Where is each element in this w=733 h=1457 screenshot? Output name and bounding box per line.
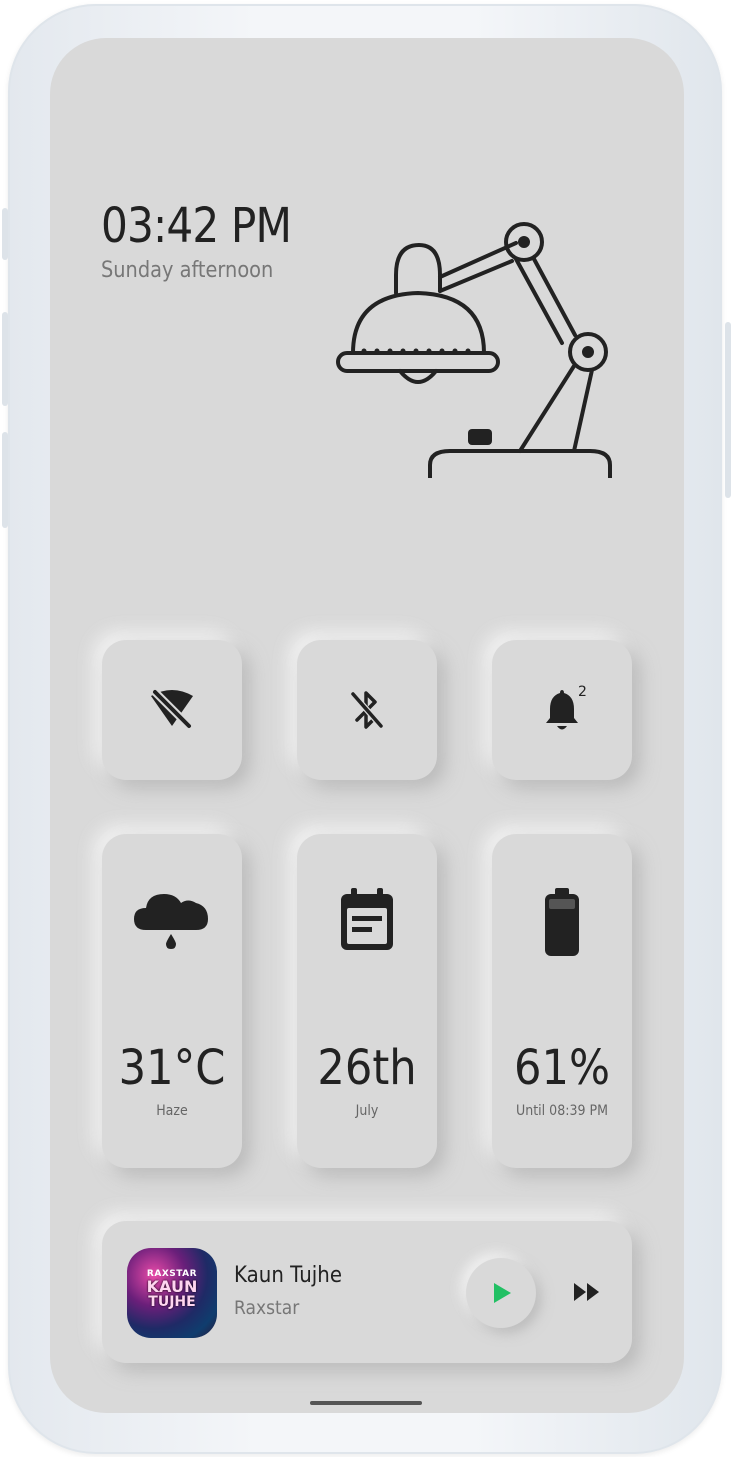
fast-forward-icon[interactable]	[572, 1279, 602, 1305]
battery-percentage: 61%	[513, 1040, 611, 1096]
day-period: Sunday afternoon	[101, 258, 274, 283]
desk-lamp-illustration	[336, 222, 612, 478]
music-player-widget[interactable]: RAXSTAR KAUN TUJHE Kaun Tujhe Raxstar	[102, 1221, 632, 1363]
wifi-off-icon	[151, 688, 193, 730]
wifi-toggle[interactable]	[102, 640, 242, 780]
side-button	[2, 432, 8, 528]
volume-up-button	[2, 208, 8, 260]
home-screen: 03:42 PM Sunday afternoon 2 31°C Haze 26…	[50, 38, 684, 1413]
battery-estimate: Until 08:39 PM	[516, 1103, 608, 1119]
weather-widget[interactable]: 31°C Haze	[102, 834, 242, 1168]
power-button	[725, 322, 731, 498]
bluetooth-toggle[interactable]	[297, 640, 437, 780]
calendar-date: 26th	[317, 1040, 417, 1096]
album-art-line: TUJHE	[148, 1294, 196, 1310]
bluetooth-off-icon	[350, 691, 384, 729]
rain-cloud-icon	[134, 894, 208, 949]
album-art[interactable]: RAXSTAR KAUN TUJHE	[127, 1248, 217, 1338]
calendar-month: July	[355, 1103, 379, 1119]
battery-widget[interactable]: 61% Until 08:39 PM	[492, 834, 632, 1168]
weather-condition: Haze	[156, 1103, 188, 1119]
notification-count-badge: 2	[578, 684, 587, 700]
volume-down-button	[2, 312, 8, 406]
weather-temperature: 31°C	[118, 1040, 226, 1096]
play-icon	[494, 1283, 511, 1303]
play-button[interactable]	[466, 1258, 536, 1328]
album-art-text: RAXSTAR KAUN TUJHE	[127, 1270, 217, 1310]
calendar-icon	[341, 888, 393, 950]
calendar-widget[interactable]: 26th July	[297, 834, 437, 1168]
battery-icon	[545, 888, 579, 956]
notifications-toggle[interactable]: 2	[492, 640, 632, 780]
clock-time: 03:42 PM	[101, 198, 292, 254]
home-indicator[interactable]	[310, 1401, 422, 1405]
album-art-line: KAUN	[146, 1277, 198, 1296]
song-title: Kaun Tujhe	[234, 1263, 343, 1288]
song-artist: Raxstar	[234, 1297, 300, 1319]
